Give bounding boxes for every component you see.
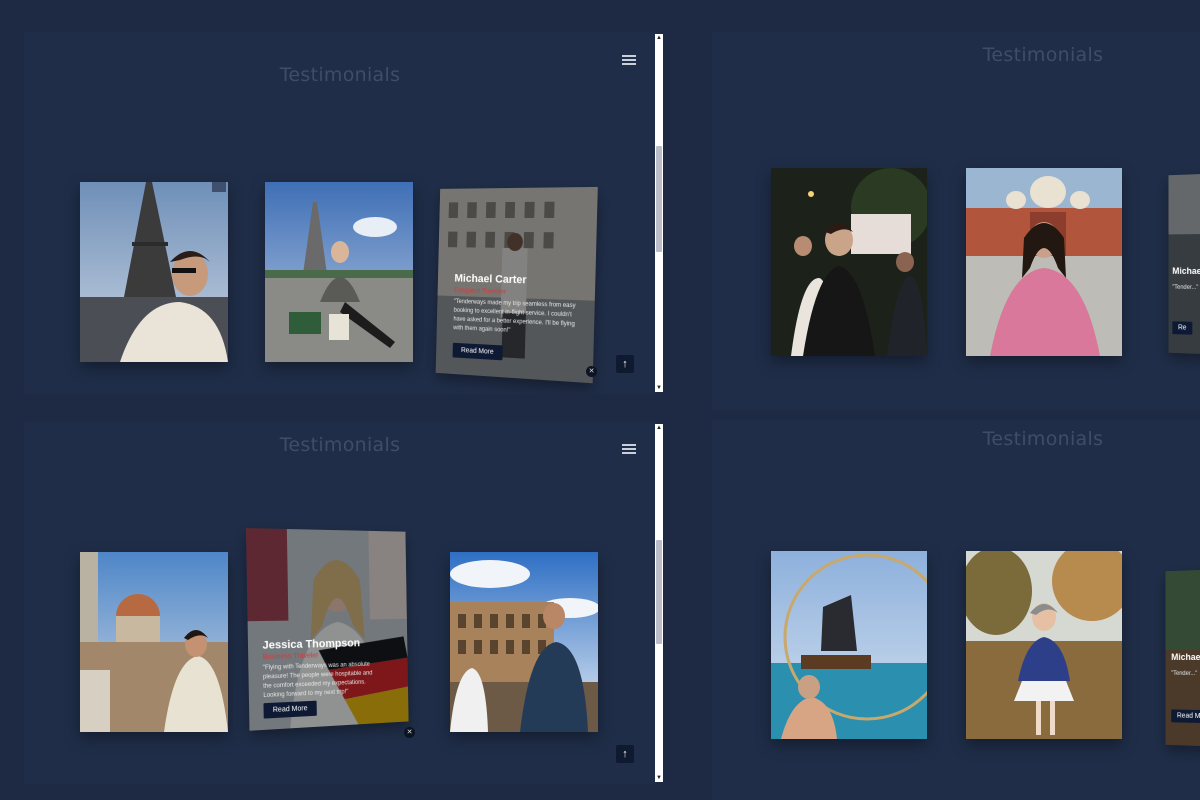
scrollbar-thumb[interactable] — [656, 146, 662, 252]
testimonial-card-michael[interactable]: Michae "Tender..." Re — [1169, 173, 1200, 356]
testimonial-photo — [771, 551, 927, 739]
testimonials-panel-top-right: Testimonials Michae "Tender..." Re — [712, 32, 1200, 410]
scrollbar[interactable]: ▲ ▼ — [655, 424, 663, 782]
panel-title: Testimonials — [712, 428, 1200, 450]
panel-title: Testimonials — [24, 64, 656, 86]
hamburger-menu-icon[interactable] — [622, 55, 636, 66]
testimonial-quote: "Flying with Tenderways was an absolute … — [263, 660, 381, 701]
testimonial-photo — [265, 182, 413, 362]
arrow-up-icon[interactable]: ↑ — [616, 355, 634, 373]
scroll-up-arrow[interactable]: ▲ — [655, 424, 663, 432]
read-more-button[interactable]: Read M — [1171, 709, 1200, 723]
scrollbar-thumb[interactable] — [656, 540, 662, 644]
testimonial-quote: "Tenderways made my trip seamless from e… — [453, 298, 580, 339]
close-icon[interactable]: ✕ — [586, 366, 597, 377]
testimonial-card[interactable] — [80, 552, 228, 732]
testimonial-quote: "Tender..." — [1172, 284, 1200, 294]
testimonial-card[interactable] — [450, 552, 598, 732]
testimonial-photo — [450, 552, 598, 732]
testimonial-name: Michae — [1171, 652, 1200, 662]
testimonial-photo — [771, 168, 927, 356]
testimonial-card[interactable] — [80, 182, 228, 362]
testimonial-card[interactable] — [966, 168, 1122, 356]
testimonial-card[interactable] — [966, 551, 1122, 739]
close-icon[interactable]: ✕ — [404, 727, 415, 738]
scrollbar[interactable]: ▲ ▼ — [655, 34, 663, 392]
read-more-button[interactable]: Read More — [453, 343, 503, 361]
arrow-up-icon[interactable]: ↑ — [616, 745, 634, 763]
testimonials-panel-top-left: Testimonials Michael Carter Frequent Tra… — [24, 32, 656, 394]
read-more-button[interactable]: Read More — [263, 701, 316, 719]
scroll-down-arrow[interactable]: ▼ — [655, 774, 663, 782]
testimonial-card-jessica-thompson[interactable]: Jessica Thompson Business Traveler "Flyi… — [246, 528, 409, 731]
testimonials-panel-bottom-left: Testimonials Jessica Thompson Business T… — [24, 422, 656, 784]
testimonial-photo — [80, 182, 228, 362]
testimonial-card[interactable] — [771, 168, 927, 356]
panel-title: Testimonials — [712, 44, 1200, 66]
panel-title: Testimonials — [24, 434, 656, 456]
testimonial-card[interactable] — [265, 182, 413, 362]
testimonial-name: Michae — [1172, 266, 1200, 276]
scroll-up-arrow[interactable]: ▲ — [655, 34, 663, 42]
hamburger-menu-icon[interactable] — [622, 444, 636, 455]
testimonial-card-michael-carter[interactable]: Michael Carter Frequent Traveler "Tender… — [436, 187, 598, 383]
read-more-button[interactable]: Re — [1172, 321, 1192, 334]
testimonial-quote: "Tender..." — [1171, 670, 1200, 679]
testimonial-photo — [966, 168, 1122, 356]
testimonial-photo — [966, 551, 1122, 739]
scroll-down-arrow[interactable]: ▼ — [655, 384, 663, 392]
testimonial-photo — [80, 552, 228, 732]
testimonials-panel-bottom-right: Testimonials Michae "Tender..." Read M — [712, 420, 1200, 800]
flag-badge — [212, 182, 226, 192]
testimonial-card-michael[interactable]: Michae "Tender..." Read M — [1166, 569, 1200, 748]
testimonial-card[interactable] — [771, 551, 927, 739]
testimonial-name: Michael Carter — [454, 273, 526, 287]
